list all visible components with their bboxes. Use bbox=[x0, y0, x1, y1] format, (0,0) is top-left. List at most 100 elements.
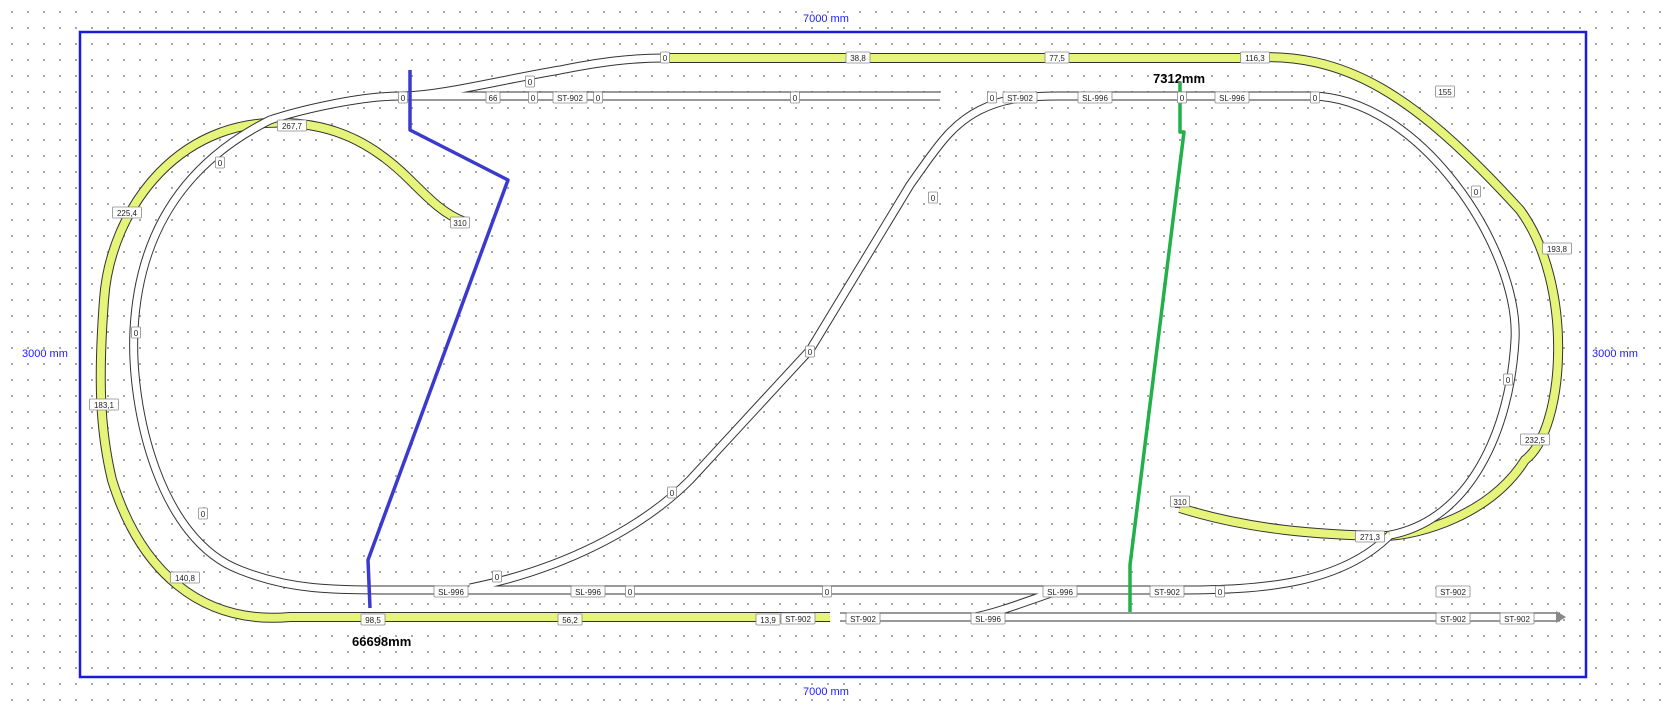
track-label-text: 116,3 bbox=[1245, 54, 1265, 63]
raised-track bbox=[95, 52, 1564, 623]
track-label-text: 267,7 bbox=[282, 122, 303, 131]
track-label-text: 310 bbox=[1173, 498, 1187, 507]
track-label-inner: 0 bbox=[1503, 373, 1513, 386]
track-label-text: 310 bbox=[453, 219, 467, 228]
track-label-text: 0 bbox=[1180, 94, 1185, 103]
track-label-text: SL-996 bbox=[1082, 94, 1108, 103]
measure-line-blue bbox=[366, 70, 510, 609]
track-label-parts: ST-902 bbox=[1435, 585, 1471, 598]
track-label-parts: ST-902 bbox=[1149, 585, 1185, 598]
track-label-text: SL-996 bbox=[1047, 588, 1073, 597]
track-label-text: 0 bbox=[931, 194, 936, 203]
track-label-inner: 0 bbox=[593, 91, 603, 104]
track-label-inner: 0 bbox=[528, 91, 538, 104]
track-label-text: ST-902 bbox=[557, 94, 583, 103]
track-label-text: 0 bbox=[596, 94, 601, 103]
track-label-parts: SL-996 bbox=[1214, 91, 1250, 104]
track-label-text: 66 bbox=[489, 94, 498, 103]
track-label-text: SL-996 bbox=[438, 588, 464, 597]
track-label-parts: ST-902 bbox=[780, 612, 816, 625]
track-label-text: 0 bbox=[628, 588, 633, 597]
track-label-inner: 0 bbox=[525, 75, 535, 88]
track-label-text: 155 bbox=[1438, 88, 1452, 97]
track-label-text: 193,8 bbox=[1547, 245, 1568, 254]
track-label-text: ST-902 bbox=[850, 615, 876, 624]
track-label-parts: ST-902 bbox=[1002, 91, 1038, 104]
track-label-text: 0 bbox=[218, 159, 223, 168]
track-label-text: 77,5 bbox=[1049, 54, 1065, 63]
track-label-parts: SL-996 bbox=[1077, 91, 1113, 104]
track-label-outer-left: 225,4 bbox=[112, 206, 142, 219]
track-layout-plan: 0 38,8 77,5 116,3 155 193,8 232,5 271,3 267,7 225… bbox=[78, 30, 1588, 679]
track-label-parts: SL-996 bbox=[970, 612, 1006, 625]
track-label-text: 271,3 bbox=[1360, 533, 1381, 542]
track-label-outer-left: 140,8 bbox=[170, 571, 200, 584]
track-label-text: 140,8 bbox=[175, 574, 196, 583]
track-label-text: ST-902 bbox=[1440, 615, 1466, 624]
track-label-text: 225,4 bbox=[117, 209, 138, 218]
track-label-text: 0 bbox=[808, 348, 813, 357]
track-label-text: 0 bbox=[663, 54, 668, 63]
track-label-parts: ST-902 bbox=[1435, 612, 1471, 625]
track-label-text: SL-996 bbox=[1219, 94, 1245, 103]
track-label-text: 232,5 bbox=[1525, 436, 1546, 445]
track-label-inner: 0 bbox=[1471, 185, 1481, 198]
track-label-outer-right: 193,8 bbox=[1542, 242, 1572, 255]
track-label-parts: 66 bbox=[485, 91, 501, 104]
track-label-outer-right: 155 bbox=[1435, 85, 1455, 98]
track-label-text: SL-996 bbox=[575, 588, 601, 597]
track-label-spur: 310 bbox=[1170, 495, 1190, 508]
track-label-inner: 0 bbox=[790, 91, 800, 104]
track-label-inner: 0 bbox=[198, 507, 208, 520]
track-label-text: 13,9 bbox=[760, 616, 776, 625]
track-label-text: 0 bbox=[670, 489, 675, 498]
track-label-text: 0 bbox=[134, 329, 139, 338]
track-label-text: ST-902 bbox=[1007, 94, 1033, 103]
track-label-parts: SL-996 bbox=[1042, 585, 1078, 598]
track-label-outer-right: 271,3 bbox=[1355, 530, 1385, 543]
track-label-outer-top: 0 bbox=[660, 51, 670, 64]
track-label-text: 0 bbox=[1506, 376, 1511, 385]
track-label-inner: 0 bbox=[1310, 91, 1320, 104]
track-label-text: ST-902 bbox=[1154, 588, 1180, 597]
track-label-inner: 0 bbox=[131, 326, 141, 339]
track-label-text: 0 bbox=[990, 94, 995, 103]
track-label-text: SL-996 bbox=[975, 615, 1001, 624]
track-label-text: 98,5 bbox=[365, 616, 381, 625]
track-label-text: 0 bbox=[793, 94, 798, 103]
track-label-outer-bottom: 13,9 bbox=[755, 613, 781, 626]
track-label-inner: 0 bbox=[667, 486, 677, 499]
track-label-inner: 0 bbox=[215, 156, 225, 169]
track-label-text: ST-902 bbox=[1440, 588, 1466, 597]
track-label-text: 56,2 bbox=[562, 616, 578, 625]
track-label-outer-left: 267,7 bbox=[277, 119, 307, 132]
track-label-text: ST-902 bbox=[785, 615, 811, 624]
track-label-parts: ST-902 bbox=[845, 612, 881, 625]
track-label-outer-top: 38,8 bbox=[845, 51, 871, 64]
track-label-parts: SL-996 bbox=[433, 585, 469, 598]
track-label-text: 0 bbox=[1313, 94, 1318, 103]
track-label-inner: 0 bbox=[1177, 91, 1187, 104]
track-label-inner: 0 bbox=[492, 570, 502, 583]
track-label-inner: 0 bbox=[987, 91, 997, 104]
track-label-outer-left: 183,1 bbox=[89, 398, 119, 411]
track-label-text: 183,1 bbox=[94, 401, 115, 410]
track-label-text: 0 bbox=[401, 94, 406, 103]
track-label-outer-top: 77,5 bbox=[1044, 51, 1070, 64]
track-label-inner: 0 bbox=[625, 585, 635, 598]
track-label-inner: 0 bbox=[928, 191, 938, 204]
track-label-parts: SL-996 bbox=[570, 585, 606, 598]
track-label-outer-right: 232,5 bbox=[1520, 433, 1550, 446]
track-label-outer-top: 116,3 bbox=[1240, 51, 1270, 64]
track-label-text: 0 bbox=[1474, 188, 1479, 197]
track-label-inner: 0 bbox=[1215, 585, 1225, 598]
track-label-inner: 0 bbox=[822, 585, 832, 598]
track-label-inner: 0 bbox=[805, 345, 815, 358]
track-label-text: 0 bbox=[1218, 588, 1223, 597]
track-label-text: 0 bbox=[825, 588, 830, 597]
track-label-text: 0 bbox=[528, 78, 533, 87]
track-label-inner: 0 bbox=[398, 91, 408, 104]
track-label-spur: 310 bbox=[450, 216, 470, 229]
track-label-text: 0 bbox=[531, 94, 536, 103]
track-label-text: ST-902 bbox=[1504, 615, 1530, 624]
